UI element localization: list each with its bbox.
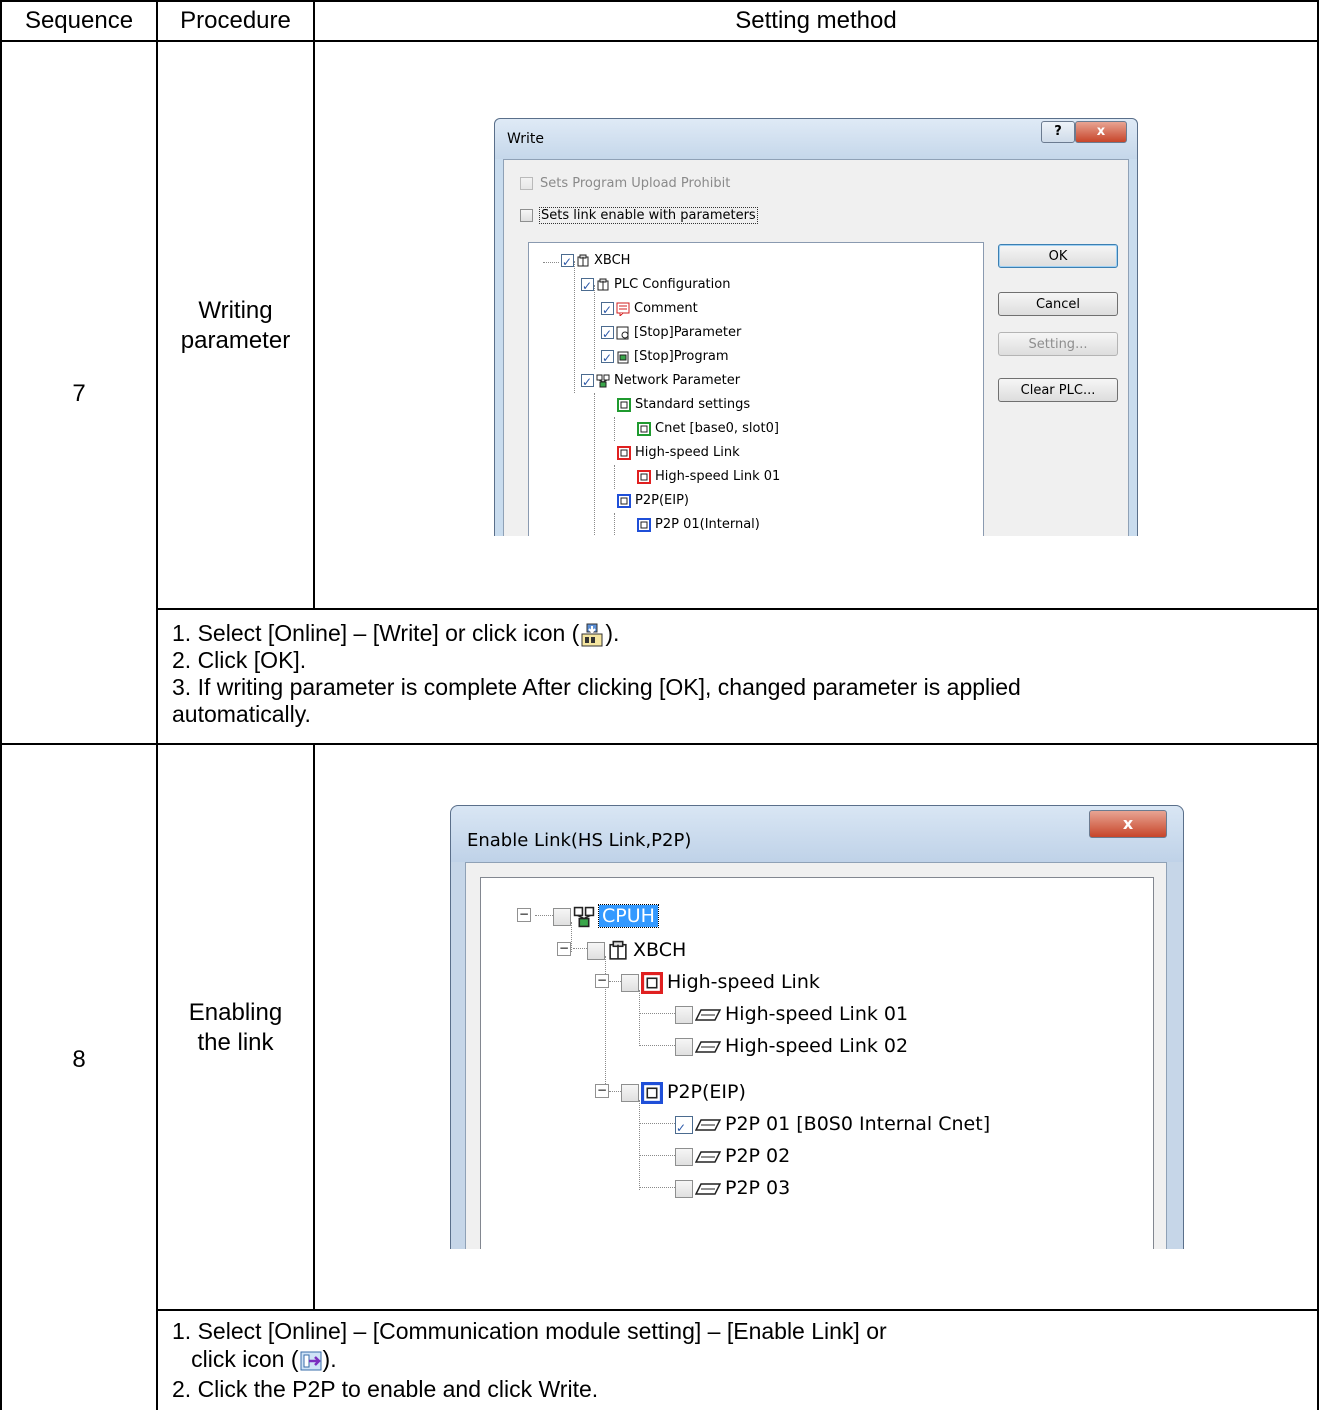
tree-node-cnet[interactable]: Cnet [base0, slot0] xyxy=(635,419,779,439)
tree-node-p2p-01-internal[interactable]: P2P 01(Internal) xyxy=(635,515,760,535)
link-icon xyxy=(695,1150,721,1163)
instruction-line: 1. Select [Online] – [Write] or click ic… xyxy=(172,620,620,647)
link-enable-label: Sets link enable with parameters xyxy=(539,207,758,224)
instruction-line: click icon (). xyxy=(172,1346,337,1372)
module-icon-green xyxy=(617,397,631,412)
enable-link-dialog-title: Enable Link(HS Link,P2P) xyxy=(467,830,692,851)
tree-node-stop-program[interactable]: [Stop]Program xyxy=(601,347,729,368)
comment-icon xyxy=(616,302,630,316)
help-button[interactable]: ? xyxy=(1041,121,1075,143)
expander-icon[interactable]: − xyxy=(595,974,609,988)
close-button[interactable]: x xyxy=(1075,121,1127,143)
write-dialog: Write ? x Sets Program Upload Prohibit S… xyxy=(494,118,1138,536)
module-icon-red xyxy=(617,445,631,460)
clear-plc-button[interactable]: Clear PLC... xyxy=(998,378,1118,402)
header-procedure: Procedure xyxy=(180,7,291,34)
module-icon-red xyxy=(641,971,663,994)
tree-node-plc-configuration[interactable]: PLC Configuration xyxy=(581,275,730,296)
instruction-line: 1. Select [Online] – [Communication modu… xyxy=(172,1318,887,1344)
procedure-label: Enabling the link xyxy=(188,999,283,1056)
enable-link-toolbar-icon xyxy=(300,1351,322,1371)
cpu-icon xyxy=(577,254,589,266)
write-tree: XBCH PLC Configuration Comment [Stop]Par… xyxy=(528,242,984,536)
tree-node-network-parameter[interactable]: Network Parameter xyxy=(581,371,740,392)
instruction-line: 3. If writing parameter is complete Afte… xyxy=(172,674,1021,700)
tree-node-xbch[interactable]: XBCH xyxy=(587,936,686,964)
tree-node-p2p-03[interactable]: P2P 03 xyxy=(675,1174,790,1202)
sequence-number: 8 xyxy=(72,1046,86,1073)
module-icon-blue xyxy=(637,517,651,532)
instruction-line: 2. Click the P2P to enable and click Wri… xyxy=(172,1376,599,1402)
setting-button[interactable]: Setting... xyxy=(998,332,1118,356)
link-icon xyxy=(695,1118,721,1131)
upload-prohibit-label: Sets Program Upload Prohibit xyxy=(540,176,731,191)
header-setting-method: Setting method xyxy=(735,7,897,34)
close-button[interactable]: x xyxy=(1089,810,1167,838)
ok-button[interactable]: OK xyxy=(998,244,1118,268)
enable-link-tree: − − − − CPUH XBCH High-speed Link High-s… xyxy=(480,877,1154,1249)
header-sequence: Sequence xyxy=(24,7,134,34)
upload-prohibit-checkbox[interactable] xyxy=(520,177,533,190)
tree-node-high-speed-link-02[interactable]: High-speed Link 02 xyxy=(675,1032,908,1060)
cpu-icon xyxy=(609,940,627,960)
parameter-icon xyxy=(616,326,629,339)
instruction-line: 2. Click [OK]. xyxy=(172,647,307,673)
tree-node-comment[interactable]: Comment xyxy=(601,299,698,320)
module-icon-blue xyxy=(641,1081,663,1104)
procedure-label: Writing parameter xyxy=(180,297,291,354)
write-toolbar-icon xyxy=(581,623,603,647)
instruction-line: automatically. xyxy=(172,701,311,727)
tree-node-standard-settings[interactable]: Standard settings xyxy=(615,395,750,415)
link-icon xyxy=(695,1182,721,1195)
cancel-button[interactable]: Cancel xyxy=(998,292,1118,316)
program-icon xyxy=(617,351,629,363)
network-icon xyxy=(573,906,595,927)
expander-icon[interactable]: − xyxy=(595,1084,609,1098)
tree-node-p2p-01[interactable]: P2P 01 [B0S0 Internal Cnet] xyxy=(675,1110,990,1142)
link-icon xyxy=(695,1040,721,1053)
network-icon xyxy=(596,374,610,387)
tree-node-p2p-02[interactable]: P2P 02 xyxy=(675,1142,790,1170)
sequence-number: 7 xyxy=(72,380,86,407)
write-dialog-title: Write xyxy=(507,131,544,147)
module-icon-green xyxy=(637,421,651,436)
tree-node-high-speed-link[interactable]: High-speed Link xyxy=(621,968,820,996)
tree-node-stop-parameter[interactable]: [Stop]Parameter xyxy=(601,323,741,344)
tree-node-high-speed-link-01[interactable]: High-speed Link 01 xyxy=(675,1000,908,1028)
tree-node-high-speed-link[interactable]: High-speed Link xyxy=(615,443,740,463)
tree-node-p2p-eip[interactable]: P2P(EIP) xyxy=(621,1078,746,1106)
tree-node-xbch[interactable]: XBCH xyxy=(561,251,630,272)
tree-node-p2p-eip[interactable]: P2P(EIP) xyxy=(615,491,689,511)
tree-node-high-speed-link-01[interactable]: High-speed Link 01 xyxy=(635,467,780,487)
tree-node-cpuh[interactable]: CPUH xyxy=(553,902,659,930)
expander-icon[interactable]: − xyxy=(557,942,571,956)
module-icon-red xyxy=(637,469,651,484)
cpu-icon xyxy=(597,278,609,290)
module-icon-blue xyxy=(617,493,631,508)
link-icon xyxy=(695,1008,721,1021)
enable-link-dialog: Enable Link(HS Link,P2P) x − − − − CPUH … xyxy=(450,805,1184,1249)
link-enable-checkbox[interactable] xyxy=(520,209,533,222)
expander-icon[interactable]: − xyxy=(517,908,531,922)
